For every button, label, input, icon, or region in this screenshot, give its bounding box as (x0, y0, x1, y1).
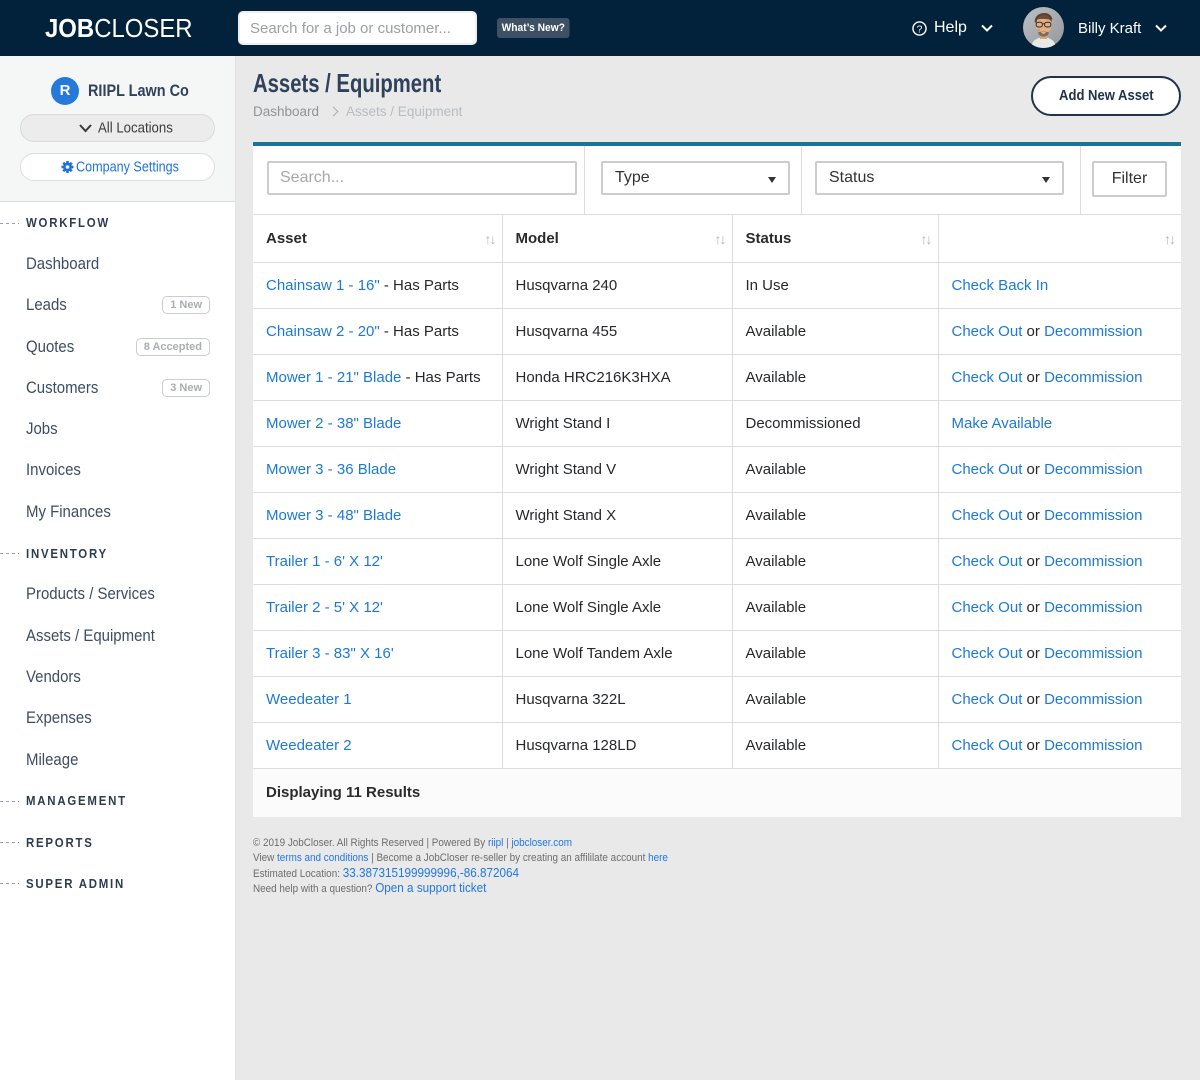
svg-text:?: ? (917, 24, 923, 35)
